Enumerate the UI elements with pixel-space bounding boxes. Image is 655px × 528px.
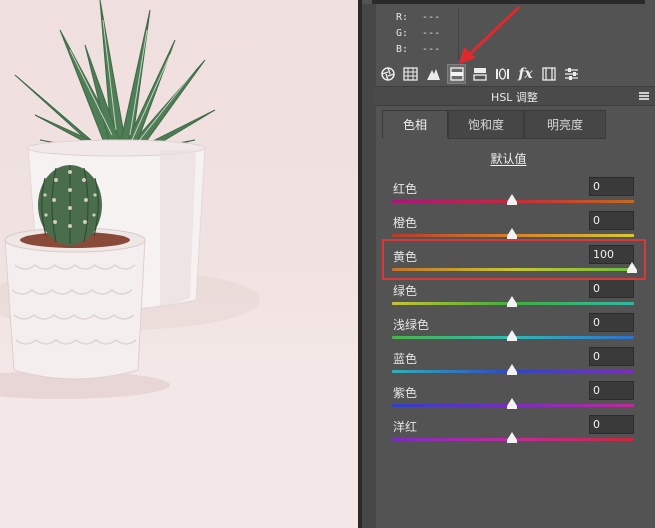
- rgb-readout: R: --- G: --- B: ---: [396, 10, 440, 58]
- lens-tab-button[interactable]: [493, 64, 512, 84]
- hsl-icon: [449, 67, 464, 81]
- split-toning-icon: [472, 68, 487, 81]
- slider-label: 蓝色: [393, 352, 418, 366]
- slider-track[interactable]: [392, 268, 634, 271]
- default-link[interactable]: 默认值: [362, 150, 655, 167]
- slider-yellow: 黄色: [390, 245, 637, 282]
- slider-value-input[interactable]: [589, 347, 634, 366]
- slider-purple: 紫色: [390, 381, 636, 418]
- slider-value-input[interactable]: [589, 381, 634, 400]
- slider-thumb[interactable]: [507, 228, 517, 239]
- slider-label: 洋红: [393, 420, 418, 434]
- slider-value-input[interactable]: [589, 415, 634, 434]
- slider-red: 红色: [390, 177, 636, 214]
- slider-blue: 蓝色: [390, 347, 636, 384]
- slider-label: 浅绿色: [393, 318, 430, 332]
- slider-label: 紫色: [393, 386, 418, 400]
- slider-thumb[interactable]: [507, 398, 517, 409]
- slider-thumb[interactable]: [507, 296, 517, 307]
- slider-label: 橙色: [393, 216, 418, 230]
- slider-label: 红色: [393, 182, 418, 196]
- basic-aperture-icon: [380, 67, 395, 81]
- readout-separator: [458, 8, 459, 60]
- section-title: HSL 调整: [491, 91, 538, 104]
- panel-side-strip: [362, 4, 376, 528]
- detail-triangle-icon: [427, 69, 440, 80]
- b-value: ---: [422, 44, 441, 55]
- cactus-photo: [0, 0, 358, 528]
- tab-hue[interactable]: 色相: [382, 110, 448, 139]
- presets-tab-button[interactable]: [562, 64, 581, 84]
- tab-saturation[interactable]: 饱和度: [448, 110, 524, 139]
- histogram-bottom-edge: [372, 0, 645, 4]
- photo-preview: [0, 0, 358, 528]
- slider-green: 绿色: [390, 279, 636, 316]
- basic-tab-button[interactable]: [378, 64, 397, 84]
- hsl-section-header: HSL 调整: [374, 86, 655, 106]
- slider-aqua: 浅绿色: [390, 313, 636, 350]
- panel-toolbar: fx: [378, 62, 581, 86]
- slider-label: 黄色: [393, 250, 418, 264]
- fx-icon: fx: [518, 66, 533, 82]
- lens-icon: [496, 68, 509, 80]
- r-value: ---: [422, 12, 441, 23]
- slider-thumb[interactable]: [507, 364, 517, 375]
- b-label: B:: [396, 44, 409, 55]
- slider-thumb[interactable]: [507, 432, 517, 443]
- g-value: ---: [422, 28, 441, 39]
- detail-tab-button[interactable]: [424, 64, 443, 84]
- slider-value-input[interactable]: [589, 211, 634, 230]
- camera-calibration-icon: [541, 67, 556, 81]
- hsl-tab-button[interactable]: [447, 64, 466, 84]
- tab-luminance[interactable]: 明亮度: [524, 110, 606, 139]
- tone-curve-grid-icon: [403, 67, 418, 81]
- effects-tab-button[interactable]: fx: [516, 64, 535, 84]
- slider-thumb[interactable]: [507, 330, 517, 341]
- g-label: G:: [396, 28, 409, 39]
- slider-value-input[interactable]: [589, 177, 634, 196]
- presets-sliders-icon: [565, 68, 578, 80]
- camera-calibration-tab-button[interactable]: [539, 64, 558, 84]
- slider-value-input[interactable]: [589, 313, 634, 332]
- hsl-tabs: 色相 饱和度 明亮度: [382, 110, 606, 139]
- slider-thumb[interactable]: [507, 194, 517, 205]
- slider-value-input[interactable]: [589, 279, 634, 298]
- slider-label: 绿色: [393, 284, 418, 298]
- slider-thumb[interactable]: [627, 262, 637, 273]
- camera-raw-panel: R: --- G: --- B: --- fx HSL 调整 色相 饱和度 明亮…: [362, 0, 655, 528]
- split-toning-tab-button[interactable]: [470, 64, 489, 84]
- r-label: R:: [396, 12, 409, 23]
- tone-curve-tab-button[interactable]: [401, 64, 420, 84]
- slider-magenta: 洋红: [390, 415, 636, 452]
- slider-orange: 橙色: [390, 211, 636, 248]
- panel-menu-icon[interactable]: [639, 92, 649, 100]
